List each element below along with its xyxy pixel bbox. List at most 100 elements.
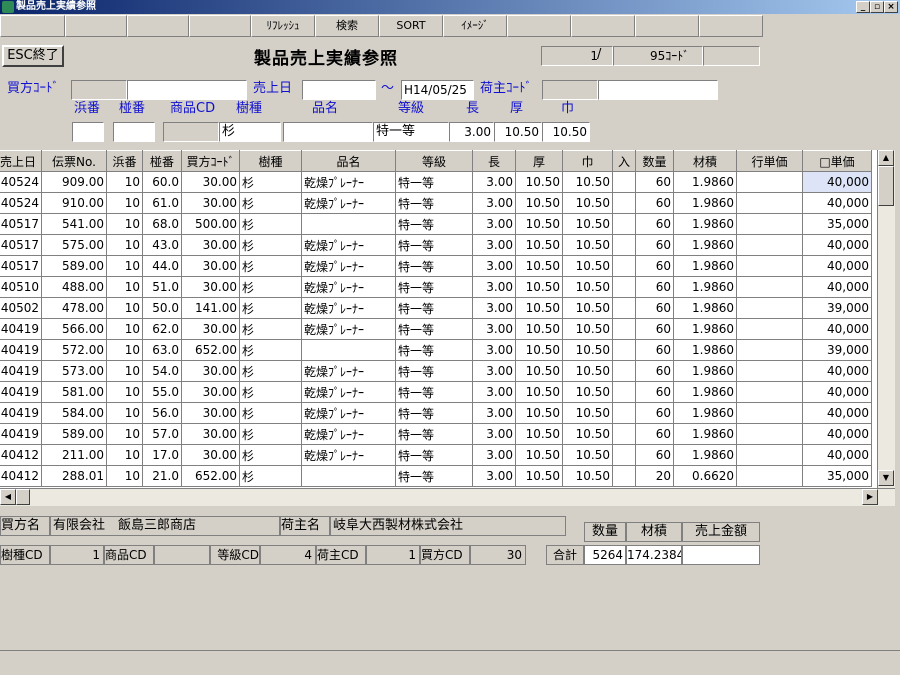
- table-cell[interactable]: 10.50: [562, 213, 613, 235]
- table-cell[interactable]: [736, 192, 803, 214]
- table-cell[interactable]: 40524: [0, 192, 42, 214]
- table-cell[interactable]: 10: [106, 171, 143, 193]
- table-cell[interactable]: 211.00: [41, 444, 107, 466]
- table-cell[interactable]: 10.50: [562, 192, 613, 214]
- table-cell[interactable]: 488.00: [41, 276, 107, 298]
- table-cell[interactable]: 特一等: [395, 318, 473, 340]
- table-cell[interactable]: 特一等: [395, 360, 473, 382]
- table-cell[interactable]: 40419: [0, 318, 42, 340]
- table-row[interactable]: 40419 572.00 10 63.0 652.00 杉特一等 3.00 10.50 10.5…: [0, 339, 872, 361]
- table-cell[interactable]: 1.9860: [673, 171, 737, 193]
- table-cell[interactable]: 30.00: [181, 423, 240, 445]
- table-cell[interactable]: 478.00: [41, 297, 107, 319]
- close-button[interactable]: ×: [884, 1, 898, 13]
- date-to-input[interactable]: H14/05/25: [401, 80, 474, 100]
- table-cell[interactable]: 乾燥ﾌﾟﾚｰﾅｰ: [301, 171, 396, 193]
- table-cell[interactable]: 60: [635, 297, 674, 319]
- scroll-left-icon[interactable]: ◀: [0, 489, 16, 505]
- table-cell[interactable]: 63.0: [142, 339, 182, 361]
- table-cell[interactable]: 589.00: [41, 423, 107, 445]
- table-cell[interactable]: 40517: [0, 234, 42, 256]
- table-cell[interactable]: 60: [635, 360, 674, 382]
- table-cell[interactable]: 10.50: [515, 444, 563, 466]
- table-cell[interactable]: 60: [635, 318, 674, 340]
- table-cell[interactable]: 10.50: [562, 402, 613, 424]
- table-cell[interactable]: [736, 423, 803, 445]
- column-header[interactable]: 等級: [395, 150, 473, 172]
- table-cell[interactable]: [612, 318, 636, 340]
- table-cell[interactable]: 特一等: [395, 402, 473, 424]
- table-cell[interactable]: 10: [106, 276, 143, 298]
- table-cell[interactable]: 40419: [0, 423, 42, 445]
- table-cell[interactable]: 杉: [239, 213, 302, 235]
- table-row[interactable]: 40524 909.00 10 60.0 30.00 杉乾燥ﾌﾟﾚｰﾅｰ 特一等 3.00 10…: [0, 171, 872, 193]
- table-cell[interactable]: 10.50: [562, 318, 613, 340]
- table-cell[interactable]: 乾燥ﾌﾟﾚｰﾅｰ: [301, 234, 396, 256]
- table-row[interactable]: 40419 566.00 10 62.0 30.00 杉乾燥ﾌﾟﾚｰﾅｰ 特一等 3.00 10…: [0, 318, 872, 340]
- table-cell[interactable]: 10: [106, 234, 143, 256]
- table-cell[interactable]: 杉: [239, 465, 302, 487]
- table-cell[interactable]: 3.00: [472, 465, 516, 487]
- table-cell[interactable]: 61.0: [142, 192, 182, 214]
- table-cell[interactable]: 56.0: [142, 402, 182, 424]
- column-header[interactable]: 数量: [635, 150, 674, 172]
- table-cell[interactable]: 特一等: [395, 255, 473, 277]
- table-cell[interactable]: 1.9860: [673, 360, 737, 382]
- table-cell[interactable]: 40419: [0, 360, 42, 382]
- table-cell[interactable]: 60: [635, 423, 674, 445]
- table-cell[interactable]: 10: [106, 339, 143, 361]
- table-cell[interactable]: [736, 318, 803, 340]
- table-cell[interactable]: 541.00: [41, 213, 107, 235]
- table-cell[interactable]: 3.00: [472, 213, 516, 235]
- table-cell[interactable]: 杉: [239, 171, 302, 193]
- table-cell[interactable]: 40517: [0, 255, 42, 277]
- image-button[interactable]: ｲﾒｰｼﾞ: [443, 15, 507, 37]
- table-cell[interactable]: 1.9860: [673, 339, 737, 361]
- table-cell[interactable]: 乾燥ﾌﾟﾚｰﾅｰ: [301, 276, 396, 298]
- table-row[interactable]: 40419 581.00 10 55.0 30.00 杉乾燥ﾌﾟﾚｰﾅｰ 特一等 3.00 10…: [0, 381, 872, 403]
- table-cell[interactable]: [612, 444, 636, 466]
- table-cell[interactable]: 3.00: [472, 339, 516, 361]
- table-cell[interactable]: 17.0: [142, 444, 182, 466]
- table-cell[interactable]: 10.50: [515, 276, 563, 298]
- table-cell[interactable]: 30.00: [181, 171, 240, 193]
- table-cell[interactable]: 50.0: [142, 297, 182, 319]
- table-cell[interactable]: 10.50: [562, 171, 613, 193]
- table-cell[interactable]: [612, 213, 636, 235]
- table-cell[interactable]: 特一等: [395, 213, 473, 235]
- maximize-button[interactable]: ▫: [870, 1, 884, 13]
- table-cell[interactable]: 10: [106, 192, 143, 214]
- column-header[interactable]: 行単価: [736, 150, 803, 172]
- table-row[interactable]: 40510 488.00 10 51.0 30.00 杉乾燥ﾌﾟﾚｰﾅｰ 特一等 3.00 10…: [0, 276, 872, 298]
- column-header[interactable]: 巾: [562, 150, 613, 172]
- table-cell[interactable]: 1.9860: [673, 234, 737, 256]
- table-cell[interactable]: 30.00: [181, 381, 240, 403]
- table-cell[interactable]: 60: [635, 192, 674, 214]
- column-header[interactable]: 伝票No.: [41, 150, 107, 172]
- table-cell[interactable]: 62.0: [142, 318, 182, 340]
- table-cell[interactable]: [736, 465, 803, 487]
- table-cell[interactable]: 特一等: [395, 297, 473, 319]
- shipper-code-input[interactable]: [542, 80, 598, 100]
- table-cell[interactable]: 杉: [239, 234, 302, 256]
- table-cell[interactable]: 60.0: [142, 171, 182, 193]
- table-cell[interactable]: 10: [106, 318, 143, 340]
- table-cell[interactable]: 500.00: [181, 213, 240, 235]
- table-cell[interactable]: 杉: [239, 423, 302, 445]
- table-cell[interactable]: 3.00: [472, 171, 516, 193]
- table-cell[interactable]: 40412: [0, 444, 42, 466]
- table-cell[interactable]: 杉: [239, 444, 302, 466]
- scroll-thumb[interactable]: [878, 166, 894, 206]
- table-row[interactable]: 40502 478.00 10 50.0 141.00 杉乾燥ﾌﾟﾚｰﾅｰ 特一等 3.00 1…: [0, 297, 872, 319]
- table-cell[interactable]: 40510: [0, 276, 42, 298]
- table-cell[interactable]: 特一等: [395, 234, 473, 256]
- table-cell[interactable]: 35,000: [802, 213, 872, 235]
- table-cell[interactable]: 10.50: [515, 234, 563, 256]
- table-cell[interactable]: [612, 234, 636, 256]
- search-button[interactable]: 検索: [315, 15, 379, 37]
- table-cell[interactable]: 40,000: [802, 276, 872, 298]
- table-cell[interactable]: 1.9860: [673, 276, 737, 298]
- table-cell[interactable]: [736, 402, 803, 424]
- table-cell[interactable]: 573.00: [41, 360, 107, 382]
- table-cell[interactable]: 40419: [0, 339, 42, 361]
